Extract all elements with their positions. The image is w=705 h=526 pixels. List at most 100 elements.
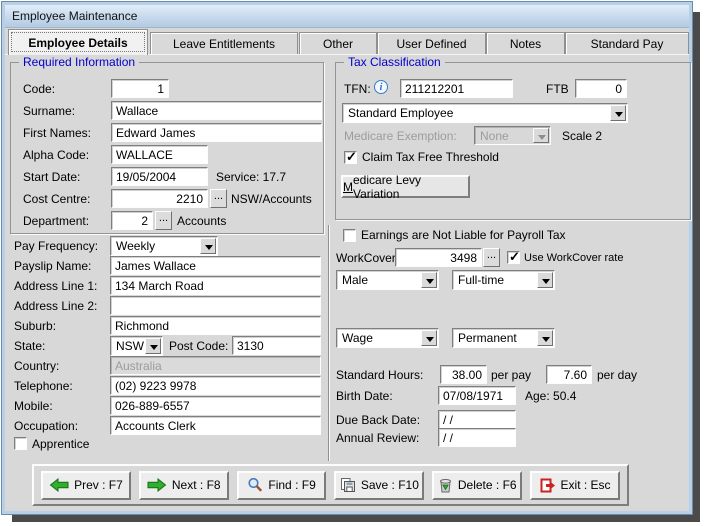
tab-label: Leave Entitlements <box>173 37 275 51</box>
state-label: State: <box>14 339 45 353</box>
ftb-field[interactable] <box>575 79 627 98</box>
pay-type-dropdown[interactable]: Wage <box>336 328 439 348</box>
start-date-field[interactable] <box>111 167 208 186</box>
tax-scale-value: Standard Employee <box>348 106 453 120</box>
button-label: Delete : F6 <box>458 478 517 492</box>
department-description: Accounts <box>177 214 226 228</box>
window-titlebar[interactable]: Employee Maintenance <box>5 5 689 28</box>
occupation-field[interactable] <box>110 416 321 435</box>
due-back-date-label: Due Back Date: <box>336 413 420 427</box>
medicare-levy-variation-button[interactable]: Medicare Levy Variation <box>341 175 470 198</box>
address-line-1-field[interactable] <box>110 276 321 295</box>
button-label: Save : F10 <box>361 478 419 492</box>
occupation-label: Occupation: <box>14 419 78 433</box>
arrow-right-icon <box>147 478 167 492</box>
cost-centre-field[interactable] <box>111 189 208 208</box>
annual-review-label: Annual Review: <box>336 431 419 445</box>
gender-value: Male <box>342 273 368 287</box>
address-line-2-label: Address Line 2: <box>14 299 97 313</box>
payroll-tax-checkbox[interactable] <box>343 229 356 242</box>
pay-frequency-dropdown[interactable]: Weekly <box>110 236 218 256</box>
state-dropdown[interactable]: NSW <box>110 336 163 356</box>
post-code-field[interactable] <box>232 336 321 355</box>
cost-centre-browse-button[interactable]: ... <box>210 189 227 208</box>
payslip-name-field[interactable] <box>110 256 321 275</box>
medicare-exemption-value: None <box>480 129 509 143</box>
tfn-field[interactable] <box>400 79 513 98</box>
tab-leave-entitlements[interactable]: Leave Entitlements <box>150 32 298 54</box>
prev-button[interactable]: Prev : F7 <box>41 471 131 500</box>
standard-hours-label: Standard Hours: <box>336 368 423 382</box>
claim-tax-free-label: Claim Tax Free Threshold <box>362 150 499 164</box>
column-divider <box>328 225 330 461</box>
annual-review-field[interactable] <box>438 428 516 447</box>
workcover-browse-button[interactable]: ... <box>483 248 500 267</box>
address-line-2-field[interactable] <box>110 296 321 315</box>
cost-centre-description: NSW/Accounts <box>231 192 312 206</box>
hours-per-pay-field[interactable] <box>440 365 487 384</box>
hours-per-day-field[interactable] <box>546 365 592 384</box>
apprentice-checkbox[interactable] <box>14 437 27 450</box>
employment-basis-value: Full-time <box>458 273 504 287</box>
pay-type-value: Wage <box>342 331 373 345</box>
claim-tax-free-checkbox[interactable] <box>344 151 357 164</box>
tax-scale-dropdown[interactable]: Standard Employee <box>342 103 628 123</box>
chevron-down-icon <box>537 330 553 346</box>
suburb-field[interactable] <box>110 316 321 335</box>
employment-status-value: Permanent <box>458 331 517 345</box>
next-button[interactable]: Next : F8 <box>139 471 229 500</box>
window-title: Employee Maintenance <box>12 9 137 23</box>
tab-employee-details[interactable]: Employee Details <box>8 29 148 55</box>
birth-date-label: Birth Date: <box>336 389 393 403</box>
info-icon[interactable]: i <box>374 80 388 94</box>
tab-label: Standard Pay <box>591 37 664 51</box>
scale-text: Scale 2 <box>562 129 602 143</box>
use-workcover-checkbox[interactable] <box>507 251 520 264</box>
first-names-field[interactable] <box>111 123 322 142</box>
telephone-label: Telephone: <box>14 379 73 393</box>
payslip-name-label: Payslip Name: <box>14 259 91 273</box>
surname-label: Surname: <box>23 104 75 118</box>
chevron-down-icon <box>610 105 626 121</box>
tab-notes[interactable]: Notes <box>486 32 565 54</box>
country-field <box>110 356 321 375</box>
birth-date-field[interactable] <box>438 386 516 405</box>
per-pay-label: per pay <box>491 368 531 382</box>
employee-maintenance-window: Employee Maintenance Employee Details Le… <box>2 2 692 514</box>
required-information-group: Required Information Code: Surname: Firs… <box>10 62 324 234</box>
payroll-tax-label: Earnings are Not Liable for Payroll Tax <box>361 228 566 242</box>
button-label: Prev : F7 <box>74 478 123 492</box>
department-field[interactable] <box>111 211 153 230</box>
telephone-field[interactable] <box>110 376 321 395</box>
tab-label: Notes <box>510 37 541 51</box>
alpha-code-field[interactable] <box>111 145 208 164</box>
mobile-field[interactable] <box>110 396 321 415</box>
gender-dropdown[interactable]: Male <box>336 270 439 290</box>
tfn-label: TFN: <box>344 82 371 96</box>
find-button[interactable]: Find : F9 <box>237 471 327 500</box>
tab-other[interactable]: Other <box>299 32 377 54</box>
surname-field[interactable] <box>111 101 322 120</box>
delete-button[interactable]: Delete : F6 <box>432 471 522 500</box>
employment-status-dropdown[interactable]: Permanent <box>452 328 555 348</box>
code-field[interactable] <box>111 79 169 98</box>
due-back-date-field[interactable] <box>438 410 516 429</box>
start-date-label: Start Date: <box>23 170 80 184</box>
tab-standard-pay[interactable]: Standard Pay <box>565 32 689 54</box>
chevron-down-icon <box>200 238 216 254</box>
workcover-field[interactable] <box>395 248 482 267</box>
employment-basis-dropdown[interactable]: Full-time <box>452 270 555 290</box>
department-browse-button[interactable]: ... <box>155 211 172 230</box>
exit-button[interactable]: Exit : Esc <box>530 471 620 500</box>
chevron-down-icon <box>421 272 437 288</box>
cost-centre-label: Cost Centre: <box>23 192 90 206</box>
chevron-down-icon <box>537 272 553 288</box>
footer-button-bar: Prev : F7 Next : F8 Find : F9 Save : F10… <box>32 464 629 506</box>
save-disk-icon <box>340 477 356 493</box>
medicare-exemption-label: Medicare Exemption: <box>344 129 457 143</box>
address-line-1-label: Address Line 1: <box>14 279 97 293</box>
pay-frequency-label: Pay Frequency: <box>14 239 98 253</box>
tab-user-defined[interactable]: User Defined <box>377 32 486 54</box>
save-button[interactable]: Save : F10 <box>334 471 424 500</box>
chevron-down-icon <box>421 330 437 346</box>
